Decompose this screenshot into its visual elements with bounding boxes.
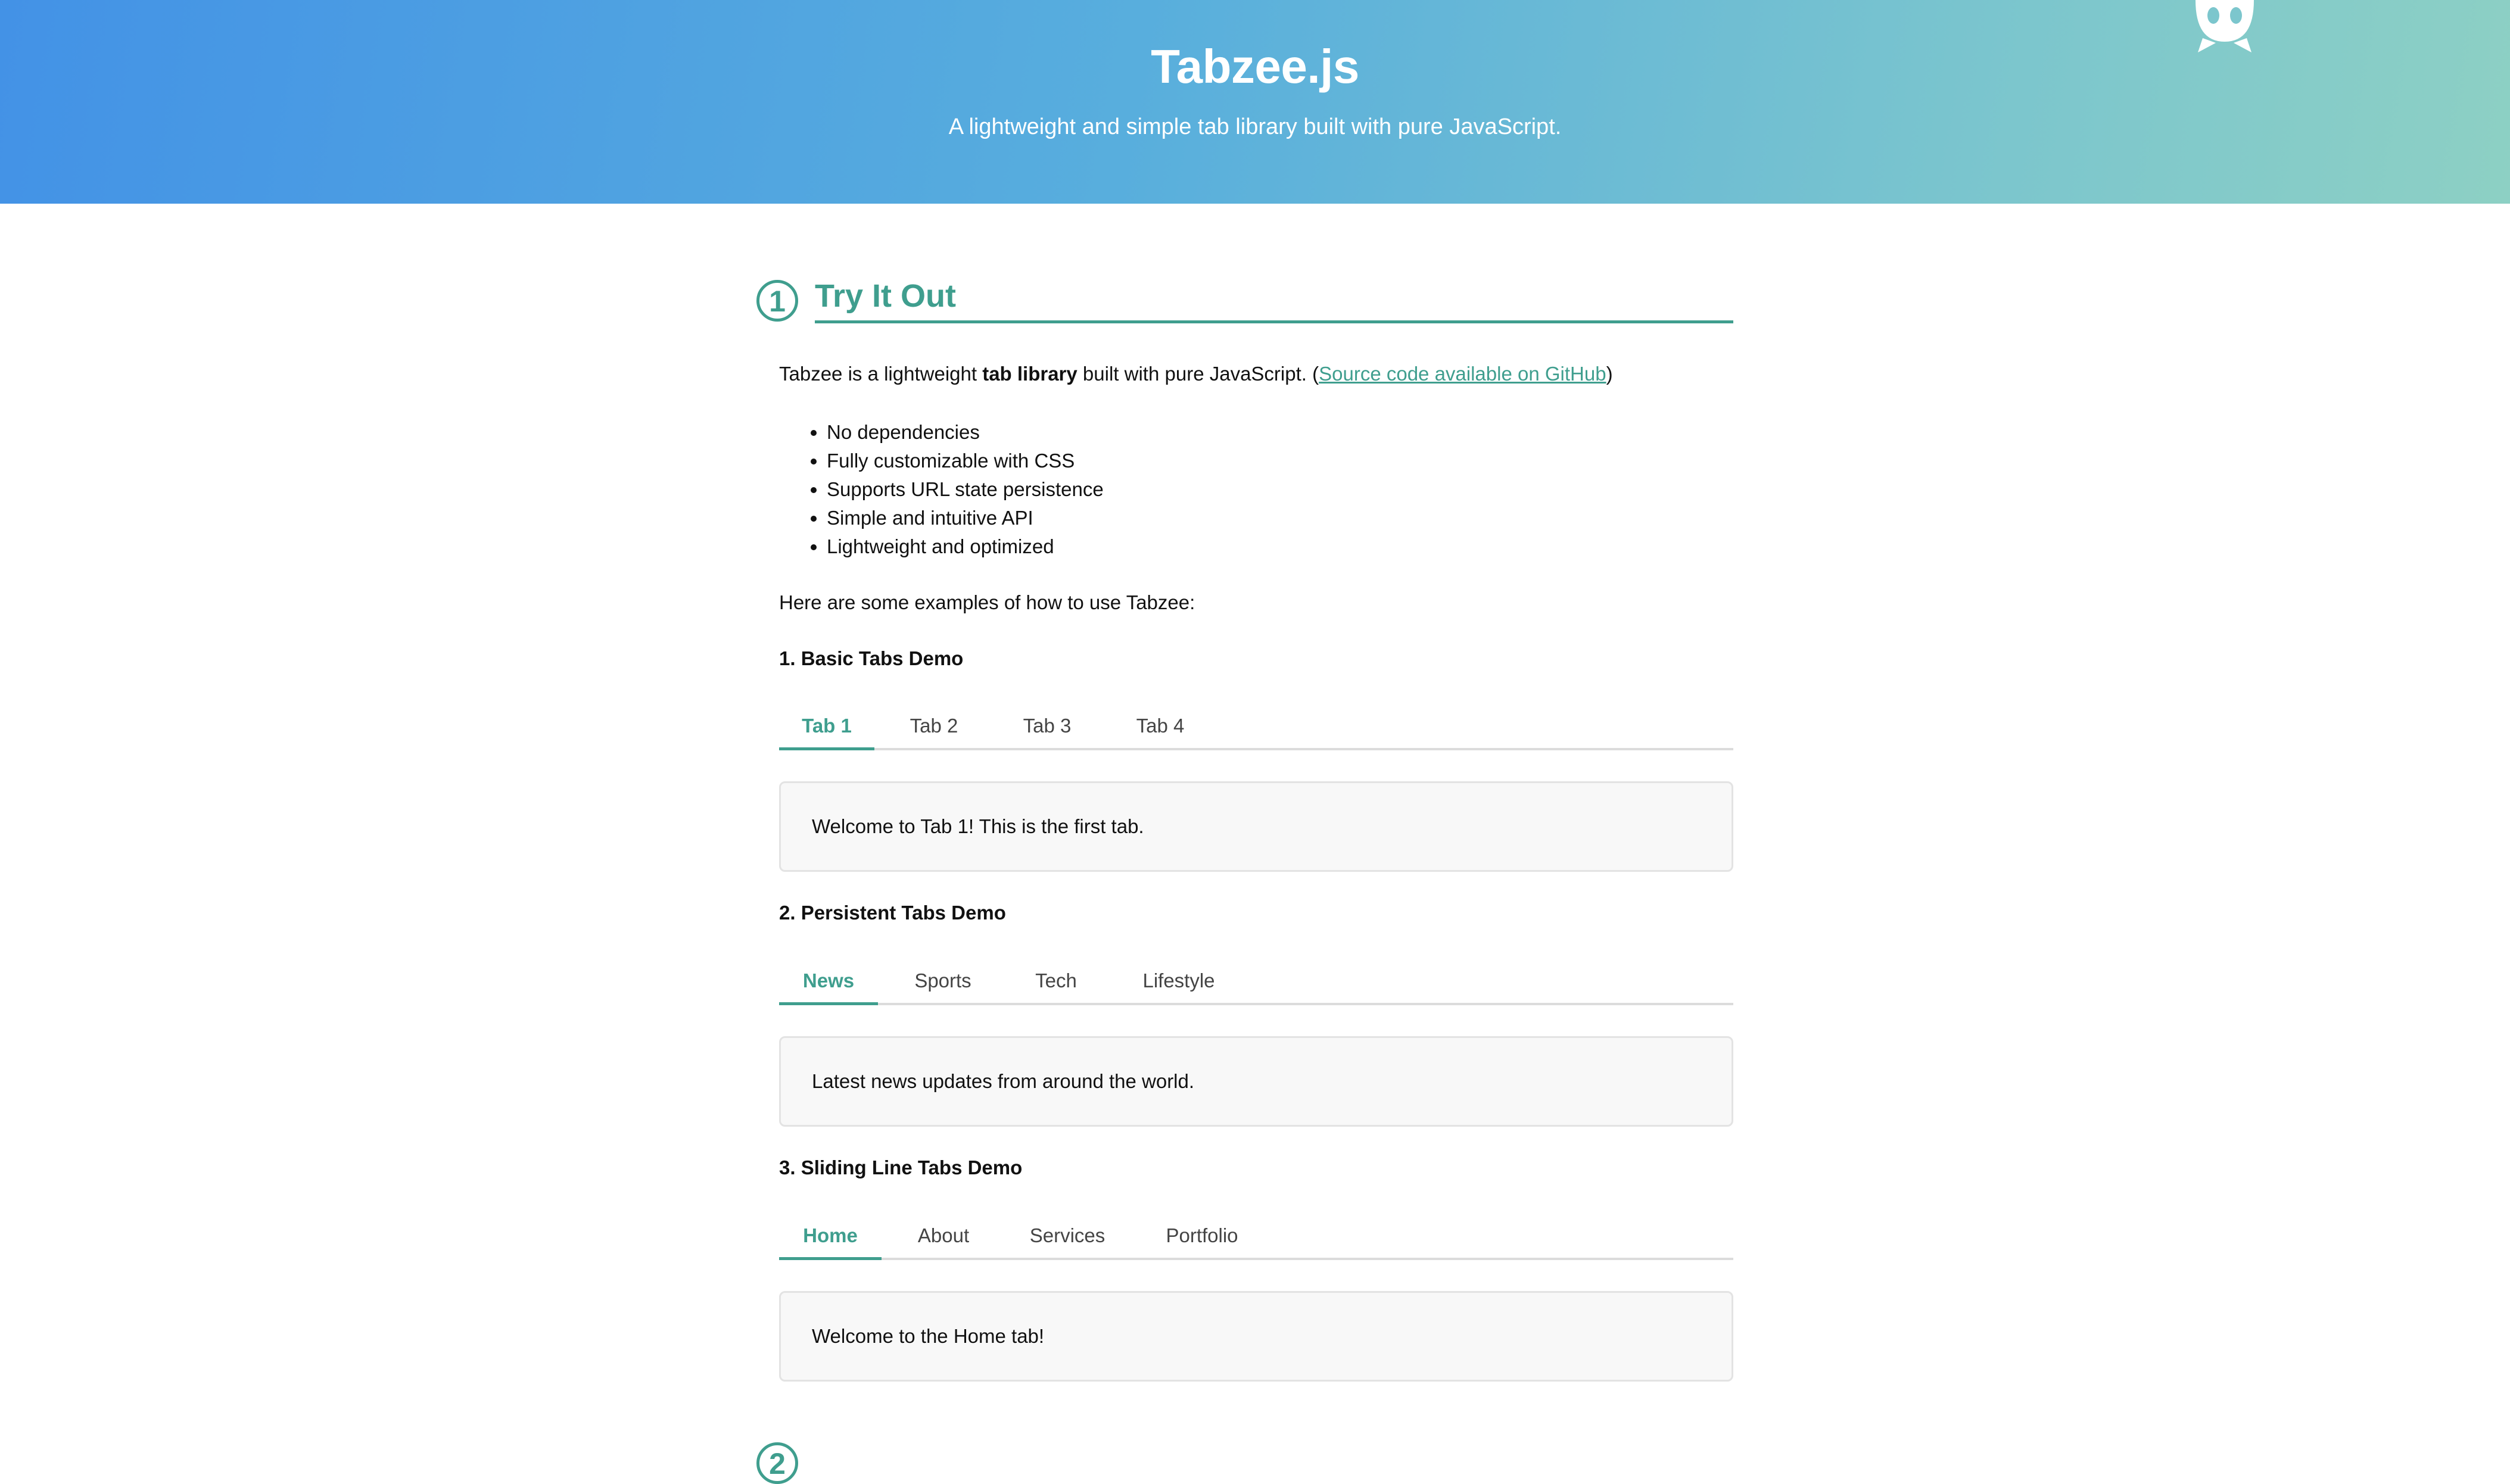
intro-text-prefix: Tabzee is a lightweight [779, 363, 983, 385]
main-content: 1 Try It Out Tabzee is a lightweight tab… [0, 204, 2510, 1484]
section-number-badge: 1 [756, 280, 798, 322]
tab-panel-basic: Welcome to Tab 1! This is the first tab. [779, 781, 1733, 872]
demo-title-persistent: 2. Persistent Tabs Demo [779, 902, 1006, 924]
tab-news[interactable]: News [779, 961, 878, 1005]
intro-text-suffix: ) [1606, 363, 1613, 385]
tabbar-basic: Tab 1 Tab 2 Tab 3 Tab 4 [779, 706, 1733, 750]
github-source-link[interactable]: Source code available on GitHub [1319, 363, 1606, 385]
tab-tech[interactable]: Tech [1011, 961, 1101, 1005]
tab-lifestyle[interactable]: Lifestyle [1116, 961, 1241, 1005]
sliding-tab-indicator [779, 1257, 882, 1260]
tab-tab-3[interactable]: Tab 3 [999, 706, 1095, 750]
page-title: Tabzee.js [1151, 40, 1359, 93]
tabbar-sliding: Home About Services Portfolio [779, 1216, 1733, 1260]
header-banner: Tabzee.js A lightweight and simple tab l… [0, 0, 2510, 204]
active-tab-indicator [779, 747, 874, 750]
list-item: Fully customizable with CSS [827, 447, 1104, 475]
intro-text-middle: built with pure JavaScript. ( [1077, 363, 1319, 385]
tab-panel-persistent: Latest news updates from around the worl… [779, 1036, 1733, 1127]
intro-paragraph: Tabzee is a lightweight tab library buil… [779, 362, 1613, 386]
section-title-rule [815, 320, 1733, 323]
tabbar-persistent: News Sports Tech Lifestyle [779, 961, 1733, 1005]
demo-title-basic: 1. Basic Tabs Demo [779, 647, 964, 669]
tab-panel-sliding: Welcome to the Home tab! [779, 1291, 1733, 1382]
section-number-badge: 2 [756, 1442, 798, 1484]
tab-about[interactable]: About [896, 1216, 991, 1260]
page-subtitle: A lightweight and simple tab library bui… [948, 114, 1562, 139]
list-item: Lightweight and optimized [827, 532, 1104, 561]
demo-title-sliding: 3. Sliding Line Tabs Demo [779, 1156, 1023, 1179]
tab-home[interactable]: Home [779, 1216, 882, 1260]
tab-portfolio[interactable]: Portfolio [1142, 1216, 1262, 1260]
tab-tab-4[interactable]: Tab 4 [1113, 706, 1208, 750]
active-tab-indicator [779, 1002, 878, 1005]
list-item: Simple and intuitive API [827, 504, 1104, 532]
list-item: Supports URL state persistence [827, 475, 1104, 504]
tab-services[interactable]: Services [1008, 1216, 1127, 1260]
section-title-try-it-out: Try It Out [815, 278, 957, 314]
feature-list: No dependencies Fully customizable with … [779, 418, 1104, 561]
list-item: No dependencies [827, 418, 1104, 447]
tab-tab-1[interactable]: Tab 1 [779, 706, 874, 750]
github-octocat-icon[interactable] [2190, 0, 2260, 54]
examples-intro: Here are some examples of how to use Tab… [779, 591, 1195, 613]
intro-text-bold: tab library [982, 363, 1078, 385]
tab-sports[interactable]: Sports [892, 961, 994, 1005]
tab-tab-2[interactable]: Tab 2 [886, 706, 982, 750]
